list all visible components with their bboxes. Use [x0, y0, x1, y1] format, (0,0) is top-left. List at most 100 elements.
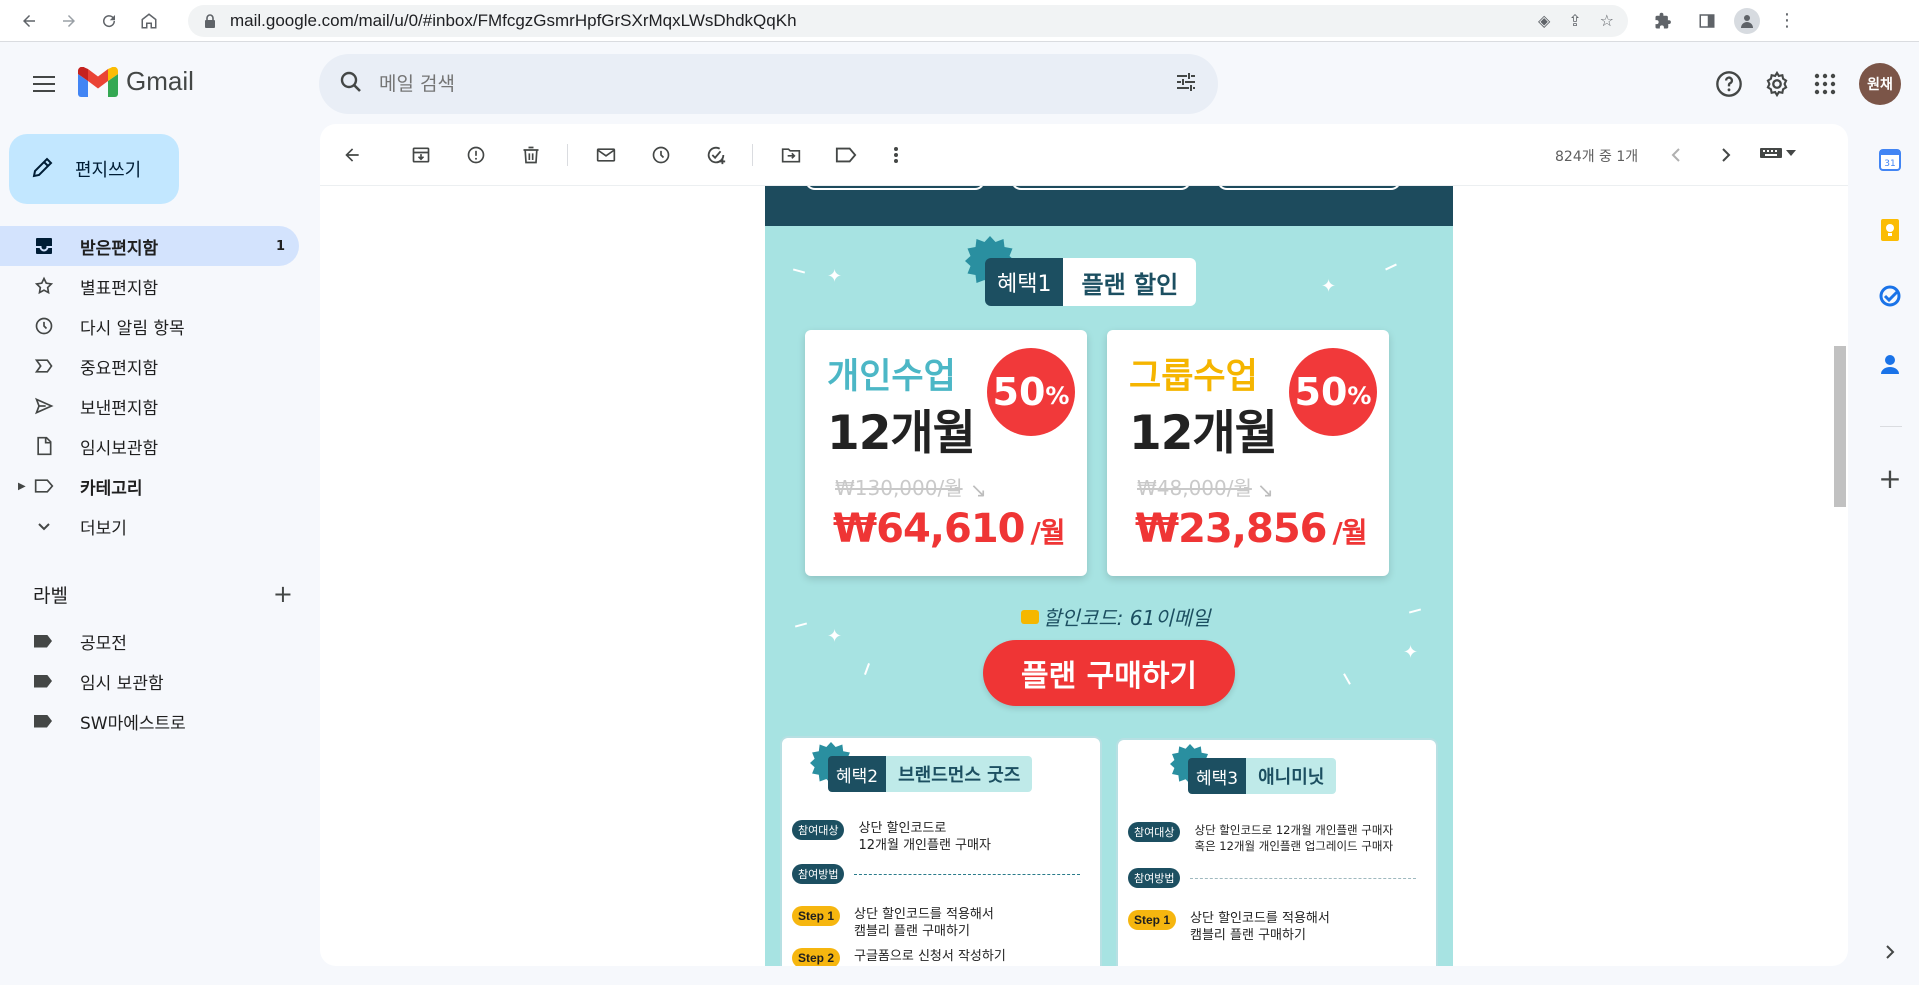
sidebar-item-starred[interactable]: 별표편지함: [0, 266, 299, 306]
google-tasks-icon[interactable]: [1876, 282, 1904, 310]
benefit3-tag: 혜택3: [1188, 758, 1247, 794]
sidebar-item-important[interactable]: 중요편지함: [0, 346, 299, 386]
google-calendar-icon[interactable]: 31: [1876, 146, 1904, 174]
delete-trash-icon[interactable]: [511, 135, 551, 175]
sidebar-item-sent[interactable]: 보낸편지함: [0, 386, 299, 426]
email-scrollbar[interactable]: [1834, 346, 1846, 507]
archive-icon[interactable]: [401, 135, 441, 175]
sidebar-item-snoozed[interactable]: 다시 알림 항목: [0, 306, 299, 346]
group-plan-card[interactable]: 그룹수업 12개월 50% ₩48,000/월 ↘ ₩23,856/월: [1107, 330, 1389, 576]
target-text: 상단 할인코드로 12개월 개인플랜 구매자 혹은 12개월 개인플랜 업그레이…: [1194, 823, 1394, 853]
step2-text: 구글폼으로 신청서 작성하기: [854, 949, 1006, 964]
coupon-text: 할인코드: 61이메일: [1043, 606, 1211, 630]
back-arrow-icon[interactable]: [332, 135, 372, 175]
benefit2-card: 혜택2 브랜드먼스 굿즈 참여대상 상단 할인코드로 12개월 개인플랜 구매자…: [780, 736, 1102, 966]
label-item[interactable]: 공모전: [0, 621, 300, 661]
snooze-clock-icon[interactable]: [641, 135, 681, 175]
eye-off-icon[interactable]: ◈: [1538, 11, 1550, 30]
label-as-icon[interactable]: [826, 135, 866, 175]
move-to-icon[interactable]: [771, 135, 811, 175]
plan-category: 개인수업: [827, 357, 956, 397]
gmail-header: Gmail 원채: [0, 42, 1919, 126]
benefit1-title: 플랜 할인: [1063, 258, 1197, 306]
original-price: ₩48,000/월: [1137, 476, 1252, 500]
gmail-logo[interactable]: Gmail: [78, 66, 194, 97]
step1-text: 상단 할인코드를 적용해서 캠블리 플랜 구매하기: [1190, 911, 1330, 943]
discount-value: 50: [992, 370, 1046, 414]
benefit3-method-row: 참여방법: [1128, 868, 1194, 888]
personal-plan-card[interactable]: 개인수업 12개월 50% ₩130,000/월 ↘ ₩64,610/월: [805, 330, 1087, 576]
sidebar-item-label: 별표편지함: [80, 278, 159, 299]
expand-caret-icon[interactable]: ▶: [18, 481, 26, 492]
side-apps-rail: 31 +: [1862, 124, 1919, 985]
benefit3-title: 애니미닛: [1246, 758, 1337, 794]
show-side-panel-chevron-icon[interactable]: [1876, 938, 1904, 966]
more-options-icon[interactable]: [876, 135, 916, 175]
label-tag-icon: [34, 634, 52, 648]
label-item[interactable]: SW마에스트로: [0, 701, 300, 741]
benefit2-method-row: 참여방법: [792, 864, 858, 884]
chevron-down-icon: [34, 516, 54, 536]
search-input[interactable]: [379, 73, 1139, 95]
reload-icon[interactable]: [92, 4, 126, 38]
side-panel-icon[interactable]: [1690, 4, 1724, 38]
gmail-logo-icon: [78, 66, 118, 97]
target-tag: 참여대상: [1128, 822, 1181, 842]
discount-badge: 50%: [1289, 348, 1377, 436]
search-icon[interactable]: [339, 70, 363, 98]
share-icon[interactable]: ⇪: [1568, 11, 1581, 30]
newer-chevron-left-icon[interactable]: [1656, 135, 1696, 175]
mark-unread-icon[interactable]: [586, 135, 626, 175]
sidebar-item-categories[interactable]: ▶ 카테고리: [0, 466, 299, 506]
add-label-icon[interactable]: +: [273, 580, 293, 608]
sidebar-item-label: 보낸편지함: [80, 398, 159, 419]
input-tools-icon[interactable]: [1760, 146, 1796, 160]
help-icon[interactable]: [1705, 60, 1753, 108]
sidebar-item-inbox[interactable]: 받은편지함 1: [0, 226, 299, 266]
label-item-text: 임시 보관함: [80, 673, 164, 694]
purchase-plan-button[interactable]: 플랜 구매하기: [983, 640, 1235, 706]
home-icon[interactable]: [132, 4, 166, 38]
sidebar-item-drafts[interactable]: 임시보관함: [0, 426, 299, 466]
google-keep-icon[interactable]: [1876, 216, 1904, 244]
label-item-text: 공모전: [80, 633, 127, 654]
google-contacts-icon[interactable]: [1876, 350, 1904, 378]
older-chevron-right-icon[interactable]: [1706, 135, 1746, 175]
app-name: Gmail: [126, 66, 194, 96]
sparkle-icon: ✦: [1403, 642, 1419, 663]
browser-toolbar: mail.google.com/mail/u/0/#inbox/FMfcgzGs…: [0, 0, 1919, 42]
browser-profile-icon[interactable]: [1734, 7, 1760, 34]
account-avatar[interactable]: 원채: [1859, 63, 1901, 105]
arrow-down-right-icon: ↘: [970, 478, 987, 502]
mail-search-bar[interactable]: [319, 54, 1218, 114]
search-options-icon[interactable]: [1174, 70, 1198, 98]
label-tag-icon: [34, 674, 52, 688]
report-spam-icon[interactable]: [456, 135, 496, 175]
main-menu-icon[interactable]: [24, 64, 64, 104]
sidebar-item-more[interactable]: 더보기: [0, 506, 299, 546]
pager-text: 824개 중 1개: [1555, 149, 1639, 165]
browser-menu-icon[interactable]: ⋮: [1770, 4, 1804, 38]
arrow-down-right-icon: ↘: [1257, 478, 1274, 502]
method-tag: 참여방법: [792, 864, 845, 884]
add-task-icon[interactable]: [696, 135, 736, 175]
settings-gear-icon[interactable]: [1753, 60, 1801, 108]
label-item[interactable]: 임시 보관함: [0, 661, 300, 701]
sidebar-item-label: 받은편지함: [80, 238, 159, 259]
label-item-text: SW마에스트로: [80, 713, 186, 734]
sidebar-item-label: 임시보관함: [80, 438, 159, 459]
url-text[interactable]: mail.google.com/mail/u/0/#inbox/FMfcgzGs…: [230, 11, 1538, 31]
discount-badge: 50%: [987, 348, 1075, 436]
compose-button[interactable]: 편지쓰기: [9, 134, 179, 204]
extensions-icon[interactable]: [1646, 4, 1680, 38]
inbox-icon: [34, 236, 54, 256]
target-tag: 참여대상: [792, 820, 845, 840]
address-bar[interactable]: mail.google.com/mail/u/0/#inbox/FMfcgzGs…: [188, 4, 1628, 37]
bookmark-star-icon[interactable]: ☆: [1600, 11, 1614, 30]
back-icon[interactable]: [12, 4, 46, 38]
get-addons-plus-icon[interactable]: +: [1876, 462, 1904, 495]
sparkle-icon: ✦: [827, 626, 843, 647]
forward-icon[interactable]: [52, 4, 86, 38]
apps-grid-icon[interactable]: [1801, 60, 1849, 108]
discount-percent: %: [1347, 382, 1372, 410]
